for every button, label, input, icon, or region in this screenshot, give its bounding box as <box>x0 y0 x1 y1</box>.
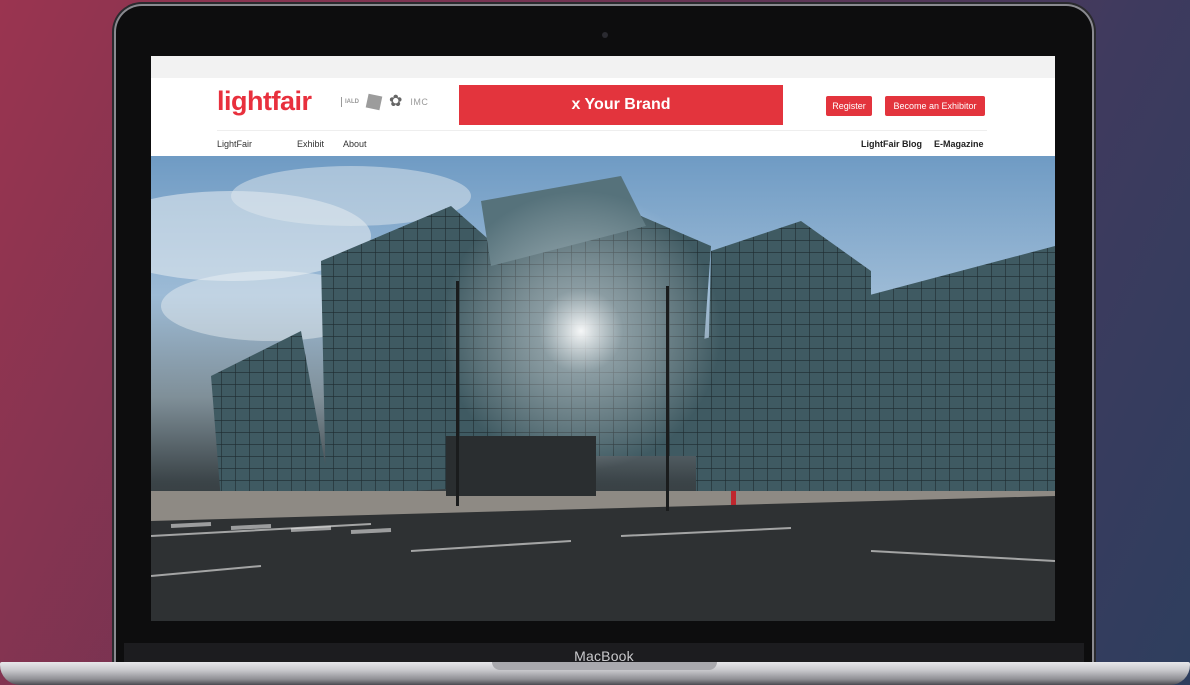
partner-logos: IALD ✿ IMC <box>341 93 428 111</box>
entrance-canopy <box>446 436 596 496</box>
lightfair-logo[interactable]: lightfair <box>217 86 312 117</box>
nav-divider <box>217 130 987 131</box>
gear-icon: ✿ <box>389 93 403 110</box>
laptop-base <box>0 662 1190 685</box>
imc-logo[interactable]: IMC <box>410 97 428 107</box>
nav-item-emagazine[interactable]: E-Magazine <box>934 139 984 149</box>
iald-logo[interactable]: IALD <box>341 97 359 107</box>
street-lamp <box>666 286 669 511</box>
become-exhibitor-button[interactable]: Become an Exhibitor <box>885 96 985 116</box>
badge-icon <box>365 93 383 111</box>
webcam <box>602 32 608 38</box>
browser-top-bar <box>151 56 1055 78</box>
register-button[interactable]: Register <box>826 96 872 116</box>
site-header: lightfair IALD ✿ IMC x Your Brand Regist… <box>151 78 1055 156</box>
nav-item-lightfair[interactable]: LightFair <box>217 139 252 149</box>
hero-image <box>151 156 1055 621</box>
hero-illustration <box>151 156 1055 621</box>
brand-banner[interactable]: x Your Brand <box>459 85 783 125</box>
nav-item-about[interactable]: About <box>343 139 367 149</box>
browser-screen: lightfair IALD ✿ IMC x Your Brand Regist… <box>151 56 1055 621</box>
street-lamp <box>456 281 459 506</box>
nav-item-exhibit[interactable]: Exhibit <box>297 139 324 149</box>
laptop-notch <box>492 662 717 670</box>
nav-item-blog[interactable]: LightFair Blog <box>861 139 922 149</box>
